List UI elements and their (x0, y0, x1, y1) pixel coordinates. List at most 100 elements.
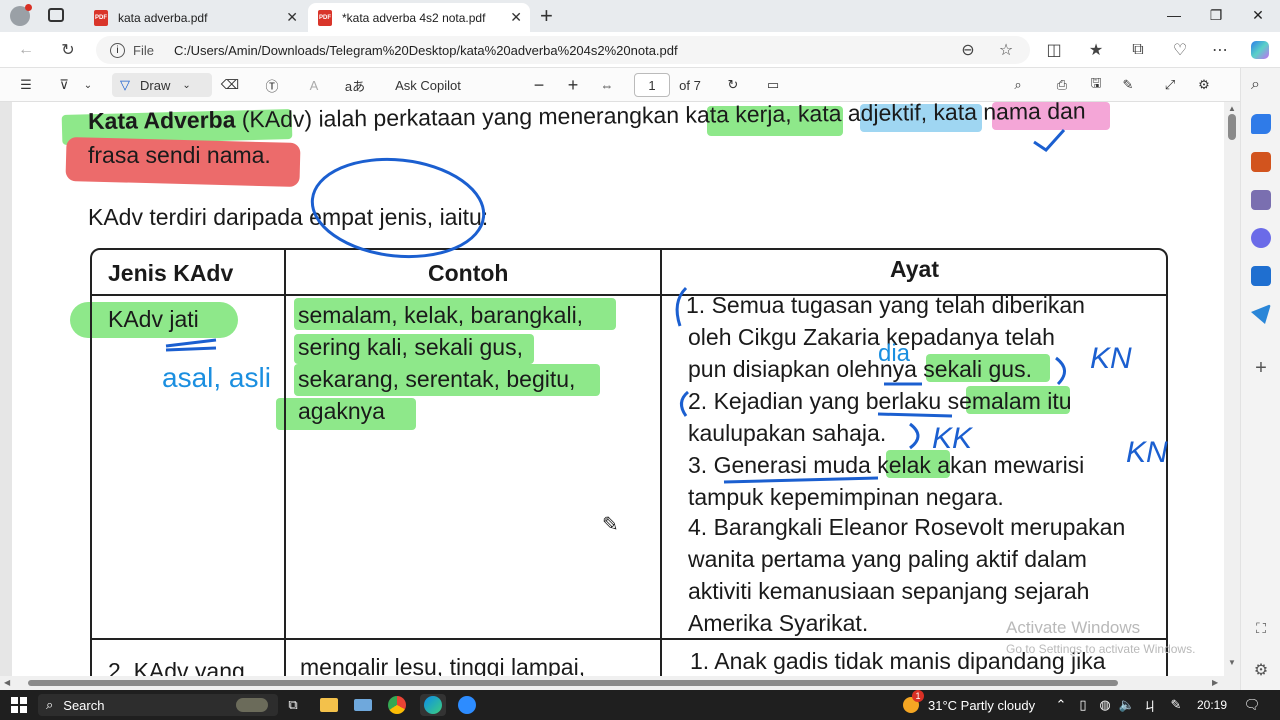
address-bar: ← ↻ i File C:/Users/Amin/Downloads/Teleg… (0, 32, 1280, 68)
highlight-icon[interactable]: ⊽ (52, 73, 76, 97)
weather-icon[interactable]: 1 (900, 690, 924, 716)
task-view-icon[interactable]: ⧉ (282, 694, 304, 716)
notifications-icon[interactable]: 🗨 (1240, 694, 1264, 716)
save-as-icon[interactable]: ✎ (1116, 73, 1140, 97)
pdf-file-icon: PDF (318, 9, 332, 26)
url-text: C:/Users/Amin/Downloads/Telegram%20Deskt… (173, 42, 678, 58)
file-explorer-icon[interactable] (318, 694, 340, 716)
refresh-icon[interactable]: ↻ (56, 38, 80, 62)
network-icon[interactable]: ◍ (1096, 694, 1114, 716)
copilot-icon[interactable] (1248, 38, 1272, 62)
volume-icon[interactable]: 🔈 (1118, 694, 1136, 716)
restore-icon[interactable]: ❐ (1204, 4, 1228, 26)
sidebar-copilot-icon[interactable] (1251, 228, 1271, 248)
browser-essentials-icon[interactable]: ♡ (1168, 38, 1192, 62)
horizontal-scrollbar[interactable]: ◀ ▶ (0, 676, 1240, 690)
usb-icon[interactable]: ▯ (1074, 694, 1092, 716)
contents-icon[interactable]: ☰ (14, 73, 38, 97)
scroll-up-icon[interactable]: ▲ (1228, 104, 1236, 113)
sidebar-tag-icon[interactable] (1251, 114, 1271, 134)
page-view-icon[interactable]: ▭ (762, 73, 784, 97)
vertical-scroll-thumb[interactable] (1228, 114, 1236, 140)
ink-underline-berlaku (877, 412, 953, 418)
eraser-icon[interactable]: ⌫ (218, 73, 242, 97)
full-screen-icon[interactable]: ⤢ (1158, 73, 1182, 97)
scroll-left-icon[interactable]: ◀ (4, 678, 10, 687)
scroll-down-icon[interactable]: ▼ (1228, 658, 1236, 667)
search-decoration-icon (236, 698, 268, 712)
close-window-icon[interactable]: ✕ (1246, 4, 1270, 26)
settings-gear-icon[interactable]: ⚙ (1192, 73, 1216, 97)
more-options-icon[interactable]: ⋯ (1208, 38, 1232, 62)
ink-note-kk: KK (932, 422, 973, 455)
new-tab-button[interactable]: + (540, 3, 553, 29)
draw-pen-icon: ▽ (120, 77, 130, 92)
draw-label: Draw (140, 77, 171, 93)
tab-kata-adverba[interactable]: PDF kata adverba.pdf ✕ (84, 3, 306, 32)
close-tab-icon[interactable]: ✕ (286, 9, 298, 26)
tab-kata-adverba-4s2-nota[interactable]: PDF *kata adverba 4s2 nota.pdf ✕ (308, 3, 530, 32)
zoom-in-icon[interactable]: + (562, 73, 584, 97)
vertical-scrollbar[interactable]: ▲ ▼ (1224, 102, 1240, 676)
save-icon[interactable]: 🖫 (1084, 73, 1108, 97)
zoom-icon[interactable]: ⊖ (956, 38, 980, 62)
print-icon[interactable]: ⎙ (1050, 73, 1074, 97)
windows-start-icon[interactable] (8, 694, 30, 716)
add-text-icon[interactable]: Ⓣ (260, 73, 284, 97)
favorites-icon[interactable]: ★ (1084, 38, 1108, 62)
highlight-dropdown-icon[interactable]: ⌄ (80, 73, 96, 97)
tab-actions-icon[interactable] (48, 8, 64, 22)
pdf-page: Kata Adverba (KAdv) ialah perkataan yang… (12, 102, 1224, 676)
search-icon[interactable]: ⌕ (1006, 73, 1030, 97)
rotate-icon[interactable]: ↻ (722, 73, 744, 97)
sidebar-screenshot-icon[interactable]: ⛶ (1251, 620, 1271, 640)
draw-button[interactable]: ▽ Draw ⌄ (112, 73, 212, 97)
weather-text[interactable]: 31°C Partly cloudy (928, 694, 1044, 716)
pdf-viewer[interactable]: Kata Adverba (KAdv) ialah perkataan yang… (0, 102, 1240, 676)
sidebar-settings-icon[interactable]: ⚙ (1251, 660, 1271, 680)
minimize-icon[interactable]: — (1162, 4, 1186, 26)
show-hidden-icons-icon[interactable]: ⌃ (1052, 694, 1070, 716)
zoom-app-icon[interactable] (456, 694, 478, 716)
sidebar-add-icon[interactable]: + (1251, 358, 1271, 378)
zoom-out-icon[interactable]: − (528, 73, 550, 97)
sidebar-send-icon[interactable] (1251, 304, 1271, 324)
collections-icon[interactable]: ⧉ (1126, 38, 1150, 62)
chrome-icon[interactable] (386, 694, 408, 716)
sidebar-games-icon[interactable] (1251, 190, 1271, 210)
ink-bracket-3 (680, 390, 690, 417)
ink-note-asal-asli: asal, asli (162, 362, 271, 393)
activate-windows-subtitle: Go to Settings to activate Windows. (1006, 642, 1196, 656)
sidebar-outlook-icon[interactable] (1251, 266, 1271, 286)
ask-copilot-button[interactable]: Ask Copilot (386, 73, 470, 97)
split-screen-icon[interactable]: ◫ (1042, 38, 1066, 62)
favorite-star-icon[interactable]: ☆ (994, 38, 1018, 62)
info-icon: i (110, 42, 125, 58)
edge-browser-icon[interactable] (420, 694, 446, 716)
sidebar-search-icon[interactable]: ⌕ (1251, 76, 1271, 96)
language-icon[interactable]: ㄐ (1140, 694, 1160, 716)
activate-windows-title: Activate Windows (1006, 618, 1141, 637)
page-total: of 7 (679, 77, 701, 93)
profile-avatar-icon[interactable] (10, 4, 32, 26)
clock[interactable]: 20:19 (1192, 694, 1232, 716)
pen-cursor-icon: ✎ (602, 514, 619, 536)
text-options-icon[interactable]: A (302, 73, 326, 97)
keyboard-app-icon[interactable] (352, 694, 374, 716)
search-icon: ⌕ (46, 697, 54, 712)
sidebar-shopping-icon[interactable] (1251, 152, 1271, 172)
ink-note-dia: dia (878, 340, 911, 367)
ink-check-mark (1033, 128, 1066, 152)
pen-menu-icon[interactable]: ✎ (1166, 694, 1186, 716)
fit-page-icon[interactable]: ⇔ (596, 73, 618, 97)
read-aloud-button[interactable]: aあ (342, 73, 368, 97)
weather-badge: 1 (912, 690, 924, 702)
close-tab-icon[interactable]: ✕ (510, 9, 522, 26)
horizontal-scroll-thumb[interactable] (28, 680, 1118, 686)
url-field[interactable]: i File C:/Users/Amin/Downloads/Telegram%… (96, 36, 1030, 64)
tab-title: kata adverba.pdf (118, 10, 208, 25)
scroll-right-icon[interactable]: ▶ (1212, 678, 1218, 687)
page-number-input[interactable]: 1 (634, 73, 670, 97)
back-icon[interactable]: ← (14, 38, 38, 62)
taskbar-search-box[interactable]: ⌕ Search (38, 694, 278, 716)
